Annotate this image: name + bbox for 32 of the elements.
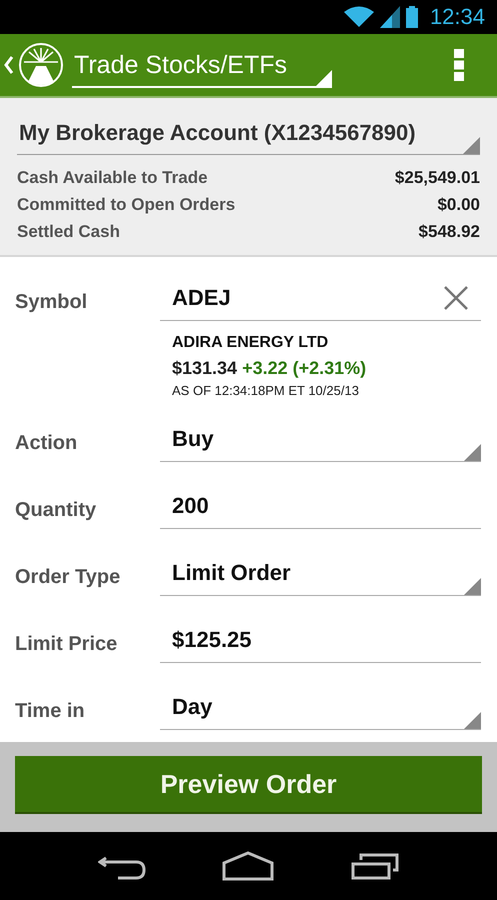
- quote-price: $131.34: [172, 358, 238, 378]
- dropdown-field[interactable]: Buy: [160, 416, 481, 462]
- home-icon[interactable]: [222, 851, 274, 881]
- clock-time: 12:34: [430, 4, 485, 30]
- input-field[interactable]: 200: [160, 483, 481, 529]
- input-field[interactable]: ADEJ: [160, 275, 481, 321]
- recent-apps-icon[interactable]: [350, 852, 399, 880]
- field-label: Time in: [15, 699, 86, 724]
- clear-icon[interactable]: [443, 284, 469, 310]
- menu-icon[interactable]: [454, 49, 464, 81]
- field-label: Symbol: [15, 290, 88, 315]
- field-label: Action: [15, 431, 78, 456]
- logo-icon[interactable]: [18, 42, 64, 88]
- input-field[interactable]: $125.25: [160, 617, 481, 663]
- signal-icon: [380, 6, 400, 28]
- quote-timestamp: AS OF 12:34:18PM ET 10/25/13: [172, 383, 360, 398]
- balance-value: $0.00: [437, 194, 480, 216]
- balance-label: Cash Available to Trade: [17, 167, 208, 189]
- company-name: ADIRA ENERGY LTD: [172, 334, 330, 352]
- balance-label: Committed to Open Orders: [17, 194, 236, 216]
- preview-order-button[interactable]: Preview Order: [15, 756, 482, 814]
- account-dropdown[interactable]: My Brokerage Account (X1234567890): [17, 112, 480, 155]
- dropdown-field[interactable]: Limit Order: [160, 550, 481, 596]
- wifi-icon: [344, 6, 374, 28]
- price-change: +3.22 (+2.31%): [242, 358, 366, 378]
- field-label: Order Type: [15, 565, 122, 590]
- balance-label: Settled Cash: [17, 221, 120, 243]
- battery-icon: [406, 6, 418, 28]
- balance-value: $548.92: [418, 221, 480, 243]
- field-label: Limit Price: [15, 632, 118, 657]
- field-label: Quantity: [15, 498, 98, 523]
- balance-value: $25,549.01: [394, 167, 480, 189]
